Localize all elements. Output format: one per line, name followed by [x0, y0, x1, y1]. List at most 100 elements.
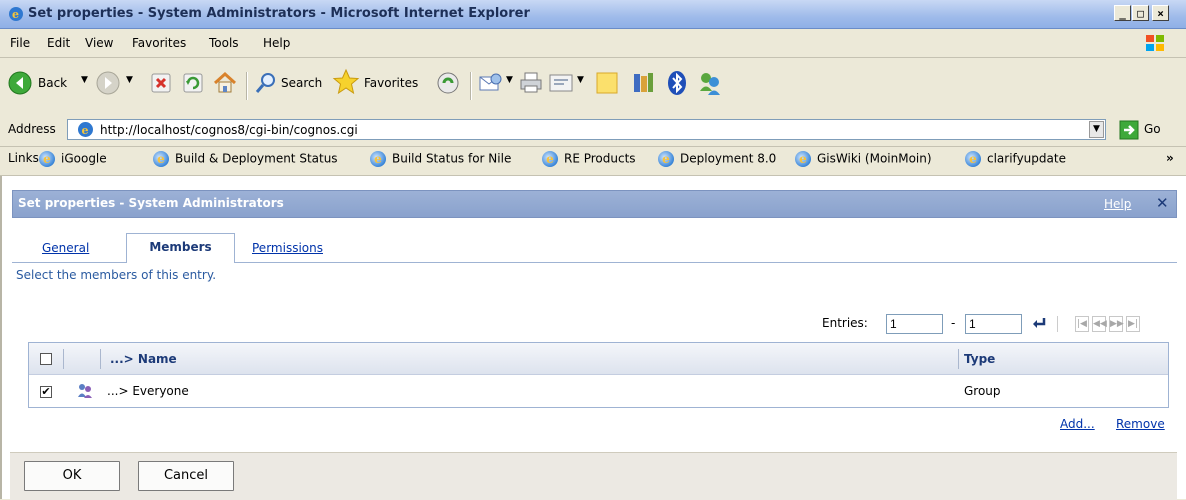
- media-button[interactable]: [436, 71, 460, 98]
- last-page-icon[interactable]: ▶|: [1126, 316, 1140, 332]
- ie-icon: e: [39, 151, 55, 167]
- address-input[interactable]: e http://localhost/cognos8/cgi-bin/cogno…: [67, 119, 1106, 140]
- link-clarifyupdate[interactable]: e clarifyupdate: [965, 151, 1066, 167]
- stop-icon: [151, 73, 171, 93]
- link-build-status-nile[interactable]: e Build Status for Nile: [370, 151, 511, 167]
- link-deployment-8[interactable]: e Deployment 8.0: [658, 151, 776, 167]
- windows-logo-icon: [1143, 33, 1167, 53]
- back-dropdown-icon[interactable]: ▼: [81, 75, 88, 85]
- forward-dropdown-icon[interactable]: ▼: [126, 75, 133, 85]
- links-label: Links: [8, 151, 39, 165]
- bluetooth-button[interactable]: [665, 70, 689, 99]
- cancel-button[interactable]: Cancel: [138, 461, 234, 491]
- favorites-button[interactable]: [332, 68, 360, 99]
- ie-icon: e: [795, 151, 811, 167]
- svg-text:e: e: [82, 124, 89, 137]
- print-icon: [520, 72, 542, 93]
- ie-app-icon: e: [8, 6, 24, 22]
- go-arrow-icon: [1119, 120, 1139, 140]
- bluetooth-icon: [668, 71, 686, 95]
- table-header: [29, 343, 1168, 375]
- tab-permissions[interactable]: Permissions: [252, 241, 323, 255]
- address-label: Address: [8, 122, 56, 136]
- add-link[interactable]: Add...: [1060, 417, 1095, 431]
- close-window-button[interactable]: ×: [1152, 5, 1169, 21]
- entries-from-input[interactable]: [886, 314, 943, 334]
- window-title: Set properties - System Administrators -…: [28, 6, 530, 21]
- next-page-icon[interactable]: ▶▶: [1109, 316, 1124, 332]
- type-column-header[interactable]: Type: [964, 352, 995, 366]
- title-bar: e Set properties - System Administrators…: [0, 0, 1186, 29]
- back-button[interactable]: [8, 71, 32, 98]
- toolbar: [0, 58, 1186, 117]
- name-column-header[interactable]: ...> Name: [110, 352, 177, 366]
- home-button[interactable]: [212, 70, 238, 99]
- edit-dropdown-icon[interactable]: ▼: [577, 75, 584, 85]
- print-button[interactable]: [518, 71, 544, 98]
- refresh-button[interactable]: [182, 72, 204, 97]
- members-description: Select the members of this entry.: [16, 268, 217, 282]
- tab-general[interactable]: General: [42, 241, 89, 255]
- toolbar-separator: [470, 72, 472, 100]
- link-giswiki[interactable]: e GisWiki (MoinMoin): [795, 151, 932, 167]
- media-icon: [437, 72, 459, 94]
- enter-arrow-icon: [1033, 318, 1046, 328]
- address-dropdown-icon[interactable]: ▼: [1089, 121, 1104, 138]
- svg-text:e: e: [12, 8, 19, 21]
- forward-arrow-icon: [96, 71, 120, 95]
- member-type: Group: [964, 384, 1001, 398]
- maximize-button[interactable]: □: [1132, 5, 1149, 21]
- member-name[interactable]: ...> Everyone: [107, 384, 189, 398]
- links-more-chevron-icon[interactable]: »: [1166, 151, 1174, 165]
- entries-label: Entries:: [822, 316, 868, 330]
- menu-tools[interactable]: Tools: [209, 36, 239, 50]
- home-icon: [213, 71, 237, 93]
- notes-button[interactable]: [594, 70, 620, 99]
- menu-help[interactable]: Help: [263, 36, 290, 50]
- go-label[interactable]: Go: [1144, 122, 1161, 136]
- page-content: [0, 176, 1186, 499]
- search-button[interactable]: [254, 71, 278, 98]
- previous-page-icon[interactable]: ◀◀: [1092, 316, 1107, 332]
- dialog-close-icon[interactable]: ✕: [1156, 194, 1169, 212]
- research-button[interactable]: [630, 70, 656, 99]
- help-link[interactable]: Help: [1104, 197, 1131, 211]
- forward-button[interactable]: [96, 71, 120, 98]
- ie-icon: e: [370, 151, 386, 167]
- go-to-entries-button[interactable]: [1031, 315, 1047, 334]
- dialog-header: Set properties - System Administrators H…: [12, 190, 1177, 218]
- menu-file[interactable]: File: [10, 36, 30, 50]
- minimize-button[interactable]: _: [1114, 5, 1131, 21]
- row-checkbox[interactable]: ✔: [40, 386, 52, 398]
- tab-members[interactable]: Members: [126, 233, 235, 263]
- back-arrow-icon: [8, 71, 32, 95]
- search-label[interactable]: Search: [281, 76, 322, 90]
- column-separator: [958, 349, 959, 369]
- link-igoogle[interactable]: e iGoogle: [39, 151, 107, 167]
- search-icon: [255, 73, 275, 93]
- ie-icon: e: [153, 151, 169, 167]
- menu-edit[interactable]: Edit: [47, 36, 70, 50]
- link-re-products[interactable]: e RE Products: [542, 151, 636, 167]
- stop-button[interactable]: [150, 72, 172, 97]
- ok-button[interactable]: OK: [24, 461, 120, 491]
- menu-favorites[interactable]: Favorites: [132, 36, 186, 50]
- link-build-deployment-status[interactable]: e Build & Deployment Status: [153, 151, 338, 167]
- mail-dropdown-icon[interactable]: ▼: [506, 75, 513, 85]
- favorites-label[interactable]: Favorites: [364, 76, 418, 90]
- go-button[interactable]: [1119, 120, 1139, 143]
- research-books-icon: [634, 73, 653, 92]
- column-separator: [100, 349, 101, 369]
- remove-link[interactable]: Remove: [1116, 417, 1165, 431]
- select-all-checkbox[interactable]: [40, 353, 52, 365]
- entries-to-input[interactable]: [965, 314, 1022, 334]
- page-ie-icon: e: [77, 121, 94, 141]
- sticky-note-icon: [596, 72, 618, 94]
- mail-button[interactable]: [478, 71, 504, 98]
- menu-view[interactable]: View: [85, 36, 113, 50]
- edit-button[interactable]: [548, 72, 574, 97]
- mail-icon: [479, 73, 502, 91]
- messenger-button[interactable]: [696, 69, 724, 100]
- first-page-icon[interactable]: |◀: [1075, 316, 1089, 332]
- back-label[interactable]: Back: [38, 76, 67, 90]
